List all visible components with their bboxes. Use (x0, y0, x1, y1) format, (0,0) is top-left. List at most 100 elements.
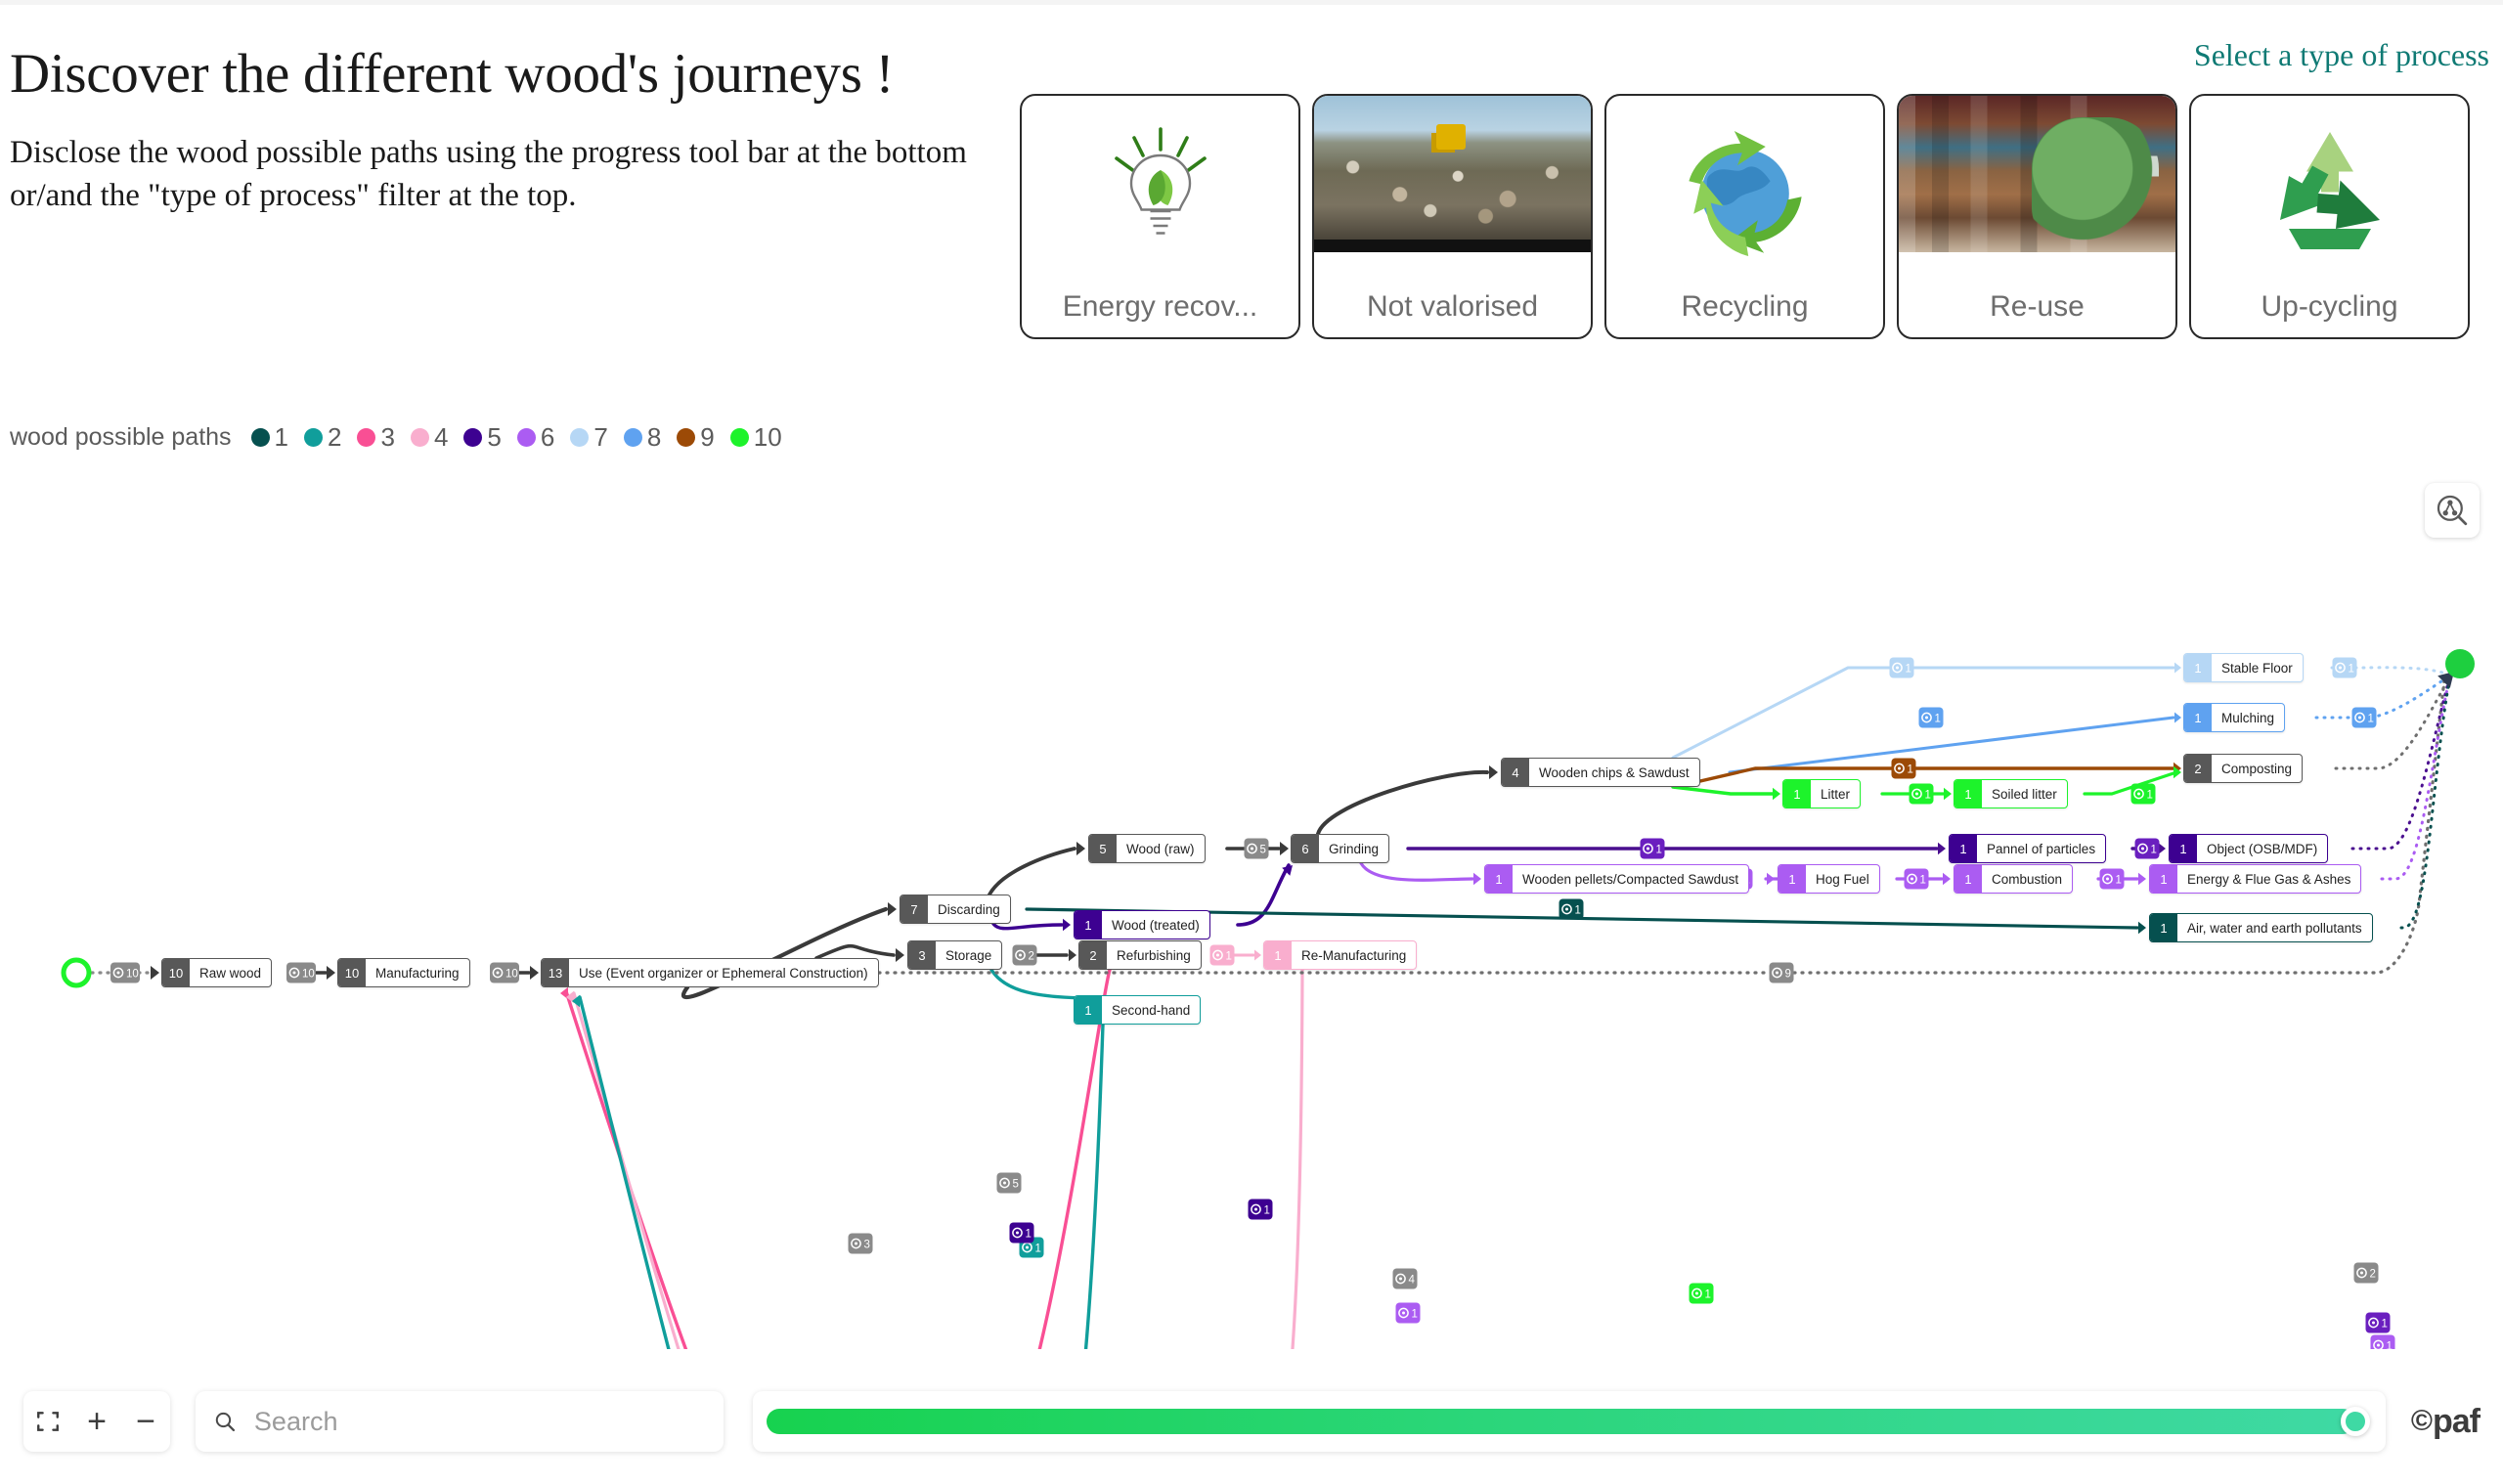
filter-card-media (1606, 96, 1883, 290)
edge-value-badge[interactable]: 1 (2099, 868, 2125, 890)
filter-card-not-valorised[interactable]: Not valorised (1312, 94, 1593, 339)
filter-card-energy-recov[interactable]: Energy recov... (1020, 94, 1300, 339)
diagram-node[interactable]: 1 Object (OSB/MDF) (2169, 834, 2329, 863)
edge-value-badge[interactable]: 5 (996, 1172, 1022, 1194)
wood-journey-diagram[interactable]: 101010735542111111111111111111119112111 … (0, 489, 2503, 1484)
diagram-node[interactable]: 1 Wood (treated) (1074, 910, 1210, 939)
diagram-node[interactable]: 1 Air, water and earth pollutants (2149, 913, 2373, 942)
search-input[interactable] (251, 1405, 706, 1438)
flow-edge[interactable] (578, 995, 1105, 1484)
edge-value-badge[interactable]: 2 (2353, 1262, 2379, 1284)
edge-value-badge[interactable]: 1 (1918, 707, 1944, 728)
flow-edge[interactable] (1359, 861, 1474, 882)
edge-value-badge[interactable]: 1 (2134, 838, 2160, 859)
edge-value-badge[interactable]: 1 (1395, 1302, 1421, 1324)
edge-value-badge[interactable]: 5 (1244, 838, 1269, 859)
diagram-node[interactable]: 5 Wood (raw) (1088, 834, 1206, 863)
edge-value-badge[interactable]: 1 (2332, 657, 2357, 678)
edge-value-badge[interactable]: 1 (2130, 783, 2156, 805)
legend-color-dot (357, 428, 376, 447)
legend-item[interactable]: 1 (250, 422, 288, 453)
edge-value-badge[interactable]: 10 (490, 962, 519, 983)
diagram-node[interactable]: 1 Soiled litter (1954, 779, 2068, 808)
filter-card-re-use[interactable]: Re-use (1897, 94, 2177, 339)
diagram-node[interactable]: 3 Storage (907, 940, 1003, 970)
flow-edge[interactable] (2083, 771, 2175, 796)
fit-view-button[interactable] (23, 1391, 72, 1452)
flow-edge[interactable] (1671, 785, 1775, 796)
diagram-node[interactable]: 10 Raw wood (161, 958, 273, 987)
diagram-node[interactable]: 6 Grinding (1291, 834, 1390, 863)
progress-knob[interactable] (2341, 1407, 2371, 1436)
diagram-node[interactable]: 1 Stable Floor (2183, 653, 2304, 682)
diagram-node[interactable]: 7 Discarding (900, 895, 1011, 924)
edge-value-badge[interactable]: 1 (1889, 657, 1914, 678)
edge-value-badge[interactable]: 1 (2370, 1334, 2395, 1356)
flow-edge[interactable] (991, 922, 1064, 931)
legend-item[interactable]: 4 (410, 422, 448, 453)
diagram-node[interactable]: 10 Manufacturing (337, 958, 470, 987)
flow-edge[interactable] (1728, 716, 2175, 774)
legend-item[interactable]: 8 (623, 422, 661, 453)
flow-edge[interactable] (2314, 674, 2452, 720)
search-box[interactable] (196, 1391, 724, 1452)
node-count: 6 (1292, 835, 1319, 862)
legend-item[interactable]: 10 (729, 422, 782, 453)
edge-value-badge[interactable]: 1 (1009, 1222, 1034, 1244)
node-label: Pannel of particles (1987, 841, 2096, 856)
diagram-node[interactable]: 1 Combustion (1954, 864, 2074, 894)
diagram-node[interactable]: 13 Use (Event organizer or Ephemeral Cons… (541, 958, 879, 987)
edge-value-badge[interactable]: 1 (1248, 1199, 1273, 1220)
filter-card-recycling[interactable]: Recycling (1604, 94, 1885, 339)
start-node[interactable] (61, 957, 92, 988)
svg-text:1: 1 (2147, 790, 2153, 802)
flow-edge[interactable] (814, 943, 896, 960)
edge-value-badge[interactable]: 1 (1640, 838, 1665, 859)
node-count: 1 (2184, 654, 2212, 681)
legend-item[interactable]: 2 (304, 422, 341, 453)
diagram-node[interactable]: 1 Re-Manufacturing (1263, 940, 1418, 970)
diagram-node[interactable]: 1 Energy & Flue Gas & Ashes (2149, 864, 2362, 894)
edge-value-badge[interactable]: 10 (110, 962, 140, 983)
filter-card-up-cycling[interactable]: Up-cycling (2189, 94, 2470, 339)
flow-edge[interactable] (988, 847, 1076, 896)
edge-value-badge[interactable]: 1 (1559, 898, 1584, 920)
edge-value-badge[interactable]: 1 (1891, 758, 1916, 779)
diagram-node[interactable]: 1 Mulching (2183, 703, 2286, 732)
progress-slider[interactable] (753, 1391, 2386, 1452)
legend-item[interactable]: 6 (516, 422, 554, 453)
flow-edge[interactable] (564, 968, 1112, 1484)
edge-value-badge[interactable]: 1 (1909, 783, 1934, 805)
zoom-out-button[interactable]: − (121, 1391, 170, 1452)
zoom-in-button[interactable]: + (72, 1391, 121, 1452)
edge-value-badge[interactable]: 3 (848, 1233, 873, 1254)
diagram-node[interactable]: 1 Hog Fuel (1778, 864, 1880, 894)
edge-value-badge[interactable]: 1 (1209, 944, 1235, 966)
diagram-node[interactable]: 2 Composting (2183, 754, 2304, 783)
edge-value-badge[interactable]: 4 (1392, 1268, 1418, 1289)
diagram-node[interactable]: 1 Second-hand (1074, 995, 1202, 1025)
edge-value-badge[interactable]: 2 (1012, 944, 1037, 966)
edge-value-badge[interactable]: 1 (1689, 1283, 1714, 1304)
edge-value-badge[interactable]: 9 (1769, 962, 1794, 983)
flow-edge[interactable] (572, 968, 1304, 1484)
edge-value-badge[interactable]: 1 (1904, 868, 1929, 890)
end-node[interactable] (2445, 649, 2475, 678)
flow-edge[interactable] (1236, 863, 1291, 927)
diagram-node[interactable]: 4 Wooden chips & Sawdust (1501, 758, 1700, 787)
flow-arrowhead (530, 965, 539, 981)
diagram-node[interactable]: 1 Wooden pellets/Compacted Sawdust (1484, 864, 1750, 894)
diagram-node[interactable]: 2 Refurbishing (1078, 940, 1202, 970)
diagram-node[interactable]: 1 Litter (1782, 779, 1862, 808)
flow-edge[interactable] (1316, 769, 1489, 836)
progress-track[interactable] (767, 1407, 2372, 1436)
edge-value-badge[interactable]: 1 (2365, 1312, 2391, 1333)
legend-item[interactable]: 9 (677, 422, 715, 453)
legend-item[interactable]: 3 (357, 422, 395, 453)
legend-item-label: 3 (380, 422, 395, 452)
diagram-node[interactable]: 1 Pannel of particles (1949, 834, 2107, 863)
edge-value-badge[interactable]: 1 (2351, 707, 2377, 728)
legend-item[interactable]: 5 (463, 422, 502, 453)
edge-value-badge[interactable]: 10 (286, 962, 316, 983)
legend-item[interactable]: 7 (570, 422, 608, 453)
